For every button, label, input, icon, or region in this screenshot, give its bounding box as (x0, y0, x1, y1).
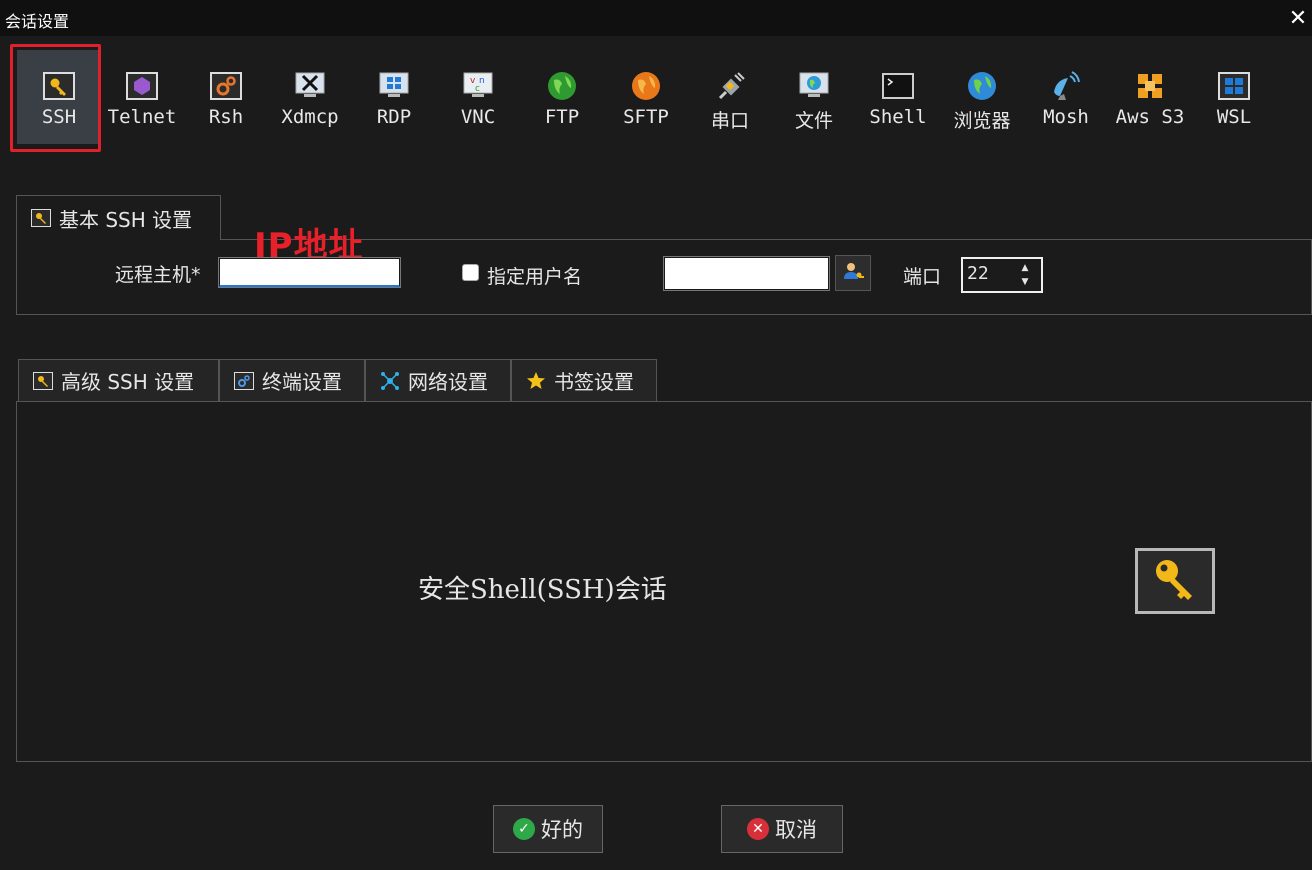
tab-label: 书签设置 (554, 370, 634, 394)
globe-blue-icon (966, 70, 998, 102)
port-spinbox[interactable]: 22 ▲ ▼ (961, 257, 1043, 293)
cubes-icon (1134, 70, 1166, 102)
tab-label: 基本 SSH 设置 (59, 207, 193, 232)
gem-icon (126, 70, 158, 102)
tab-label: 高级 SSH 设置 (61, 370, 195, 394)
tab-label: 终端设置 (262, 370, 342, 394)
protocol-mosh[interactable]: Mosh (1024, 50, 1108, 144)
protocol-label: Rsh (208, 106, 244, 128)
protocol-label: VNC (460, 106, 496, 128)
protocol-label: Xdmcp (281, 106, 339, 128)
gears-icon (234, 371, 254, 391)
protocol-aws-s3[interactable]: Aws S3 (1108, 50, 1192, 144)
session-description: 安全Shell(SSH)会话 (418, 575, 667, 605)
protocol-serial[interactable]: 串口 (688, 50, 772, 144)
protocol-label: RDP (376, 106, 412, 128)
protocol-wsl[interactable]: WSL (1192, 50, 1276, 144)
protocol-ftp[interactable]: FTP (520, 50, 604, 144)
username-input[interactable] (665, 258, 828, 289)
port-value: 22 (967, 263, 989, 284)
star-icon (526, 371, 546, 391)
tab-bookmark[interactable]: 书签设置 (511, 359, 657, 401)
user-manager-button[interactable] (835, 255, 871, 291)
protocol-file[interactable]: 文件 (772, 50, 856, 144)
file-monitor-icon (798, 70, 830, 102)
gears-icon (210, 70, 242, 102)
ok-label: 好的 (541, 818, 583, 842)
tab-label: 网络设置 (408, 370, 488, 394)
windows-monitor-icon (378, 70, 410, 102)
globe-green-icon (546, 70, 578, 102)
vnc-monitor-icon: vnc (462, 70, 494, 102)
cancel-button[interactable]: ✕ 取消 (721, 805, 843, 853)
protocol-label: 浏览器 (953, 110, 1011, 132)
protocol-label: 文件 (794, 110, 833, 132)
globe-orange-icon (630, 70, 662, 102)
tab-network[interactable]: 网络设置 (365, 359, 511, 401)
key-icon (33, 371, 53, 391)
protocol-rsh[interactable]: Rsh (184, 50, 268, 144)
protocol-label: WSL (1216, 106, 1252, 128)
remote-host-input[interactable] (220, 259, 399, 285)
protocol-browser[interactable]: 浏览器 (940, 50, 1024, 144)
remote-host-label: 远程主机* (115, 264, 201, 286)
svg-text:c: c (475, 84, 480, 94)
title-bar: 会话设置 ✕ (0, 0, 1312, 36)
terminal-icon (882, 70, 914, 102)
tab-basic-ssh[interactable]: 基本 SSH 设置 (16, 195, 221, 240)
check-icon: ✓ (513, 818, 535, 840)
key-icon (1150, 554, 1200, 608)
protocol-label: FTP (544, 106, 580, 128)
ok-button[interactable]: ✓ 好的 (493, 805, 603, 853)
protocol-label: SFTP (623, 106, 669, 128)
protocol-label: Shell (869, 106, 927, 128)
x-monitor-icon (294, 70, 326, 102)
cancel-icon: ✕ (747, 818, 769, 840)
username-field[interactable] (663, 256, 830, 291)
protocol-sftp[interactable]: SFTP (604, 50, 688, 144)
close-icon[interactable]: ✕ (1284, 0, 1312, 36)
network-icon (380, 371, 400, 391)
tab-advanced-ssh[interactable]: 高级 SSH 设置 (18, 359, 219, 401)
protocol-rdp[interactable]: RDP (352, 50, 436, 144)
remote-host-field[interactable] (218, 257, 401, 288)
tab-terminal[interactable]: 终端设置 (219, 359, 365, 401)
protocol-vnc[interactable]: vnc VNC (436, 50, 520, 144)
protocol-shell[interactable]: Shell (856, 50, 940, 144)
protocol-label: Mosh (1043, 106, 1089, 128)
ssh-key-badge (1135, 548, 1215, 614)
window-title: 会话设置 (5, 12, 70, 31)
protocol-label: Telnet (107, 106, 177, 128)
specify-username-label: 指定用户名 (487, 266, 583, 288)
spin-down-icon[interactable]: ▼ (1019, 276, 1031, 288)
protocol-label: Aws S3 (1115, 106, 1185, 128)
user-key-icon (841, 259, 865, 287)
protocol-xdmcp[interactable]: Xdmcp (268, 50, 352, 144)
cancel-label: 取消 (775, 818, 817, 842)
key-icon (31, 208, 51, 228)
port-label: 端口 (903, 266, 942, 288)
satellite-icon (1050, 70, 1082, 102)
spin-up-icon[interactable]: ▲ (1019, 262, 1031, 274)
protocol-label: 串口 (710, 110, 749, 132)
protocol-telnet[interactable]: Telnet (100, 50, 184, 144)
selection-highlight (10, 44, 101, 152)
windows-icon (1218, 70, 1250, 102)
plug-icon (714, 70, 746, 102)
specify-username-checkbox[interactable] (462, 264, 479, 281)
